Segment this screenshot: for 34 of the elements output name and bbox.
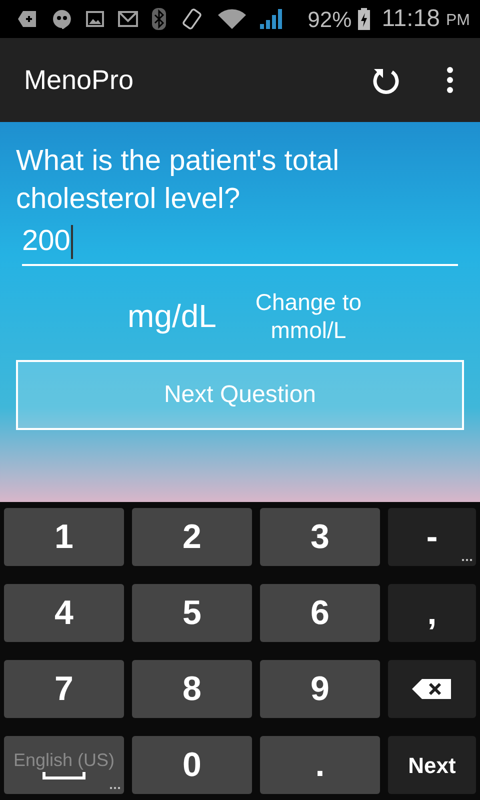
- clock-period: PM: [446, 11, 470, 31]
- question-text: What is the patient's total cholesterol level?: [16, 144, 340, 217]
- keyboard-key[interactable]: ,: [388, 584, 476, 642]
- delete-key[interactable]: [388, 660, 476, 718]
- battery-percent: 92%: [308, 6, 352, 34]
- keyboard-key[interactable]: -: [388, 508, 476, 566]
- next-key[interactable]: Next: [388, 736, 476, 794]
- chat-bubble-icon: [52, 9, 72, 29]
- keyboard-key[interactable]: 6: [260, 584, 380, 642]
- keyboard-key[interactable]: 4: [4, 584, 124, 642]
- signal-icon: [260, 9, 282, 29]
- image-icon: [86, 11, 104, 27]
- keyboard-key[interactable]: 2: [132, 508, 252, 566]
- battery-charging-icon: [358, 8, 370, 30]
- keyboard-key[interactable]: 7: [4, 660, 124, 718]
- add-icon: [18, 10, 38, 28]
- mail-icon: [118, 11, 138, 27]
- wifi-icon: [218, 9, 246, 29]
- clock: 11:18: [382, 4, 440, 34]
- phone-vibrate-icon: [180, 7, 204, 31]
- backspace-icon: [412, 678, 452, 700]
- keyboard-key[interactable]: 0: [132, 736, 252, 794]
- keyboard-key[interactable]: 3: [260, 508, 380, 566]
- answer-value: 200: [22, 224, 70, 260]
- more-vertical-icon: [447, 67, 453, 93]
- keyboard-key[interactable]: .: [260, 736, 380, 794]
- bluetooth-icon: [152, 8, 166, 30]
- unit-label: mg/dL: [128, 297, 216, 336]
- keyboard-key[interactable]: 5: [132, 584, 252, 642]
- space-bar-icon: [42, 772, 86, 780]
- keyboard-key[interactable]: 9: [260, 660, 380, 718]
- app-title: MenoPro: [24, 64, 135, 97]
- keyboard-key[interactable]: 1: [4, 508, 124, 566]
- keyboard-key[interactable]: 8: [132, 660, 252, 718]
